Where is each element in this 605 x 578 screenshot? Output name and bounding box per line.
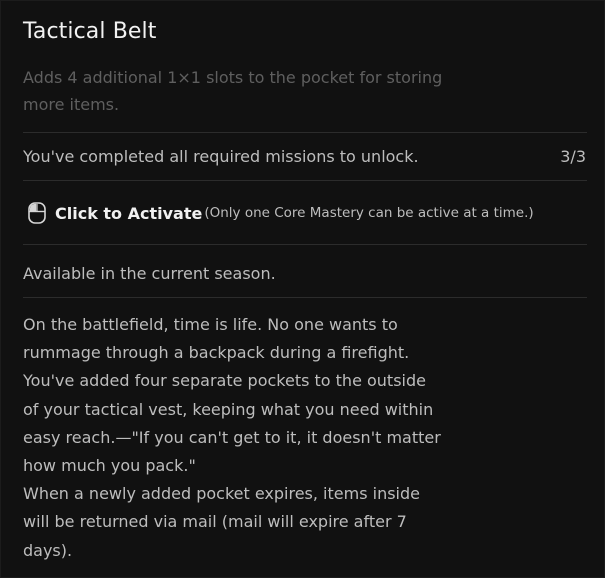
lore-line: of your tactical vest, keeping what you … [23, 399, 434, 419]
lore-text: On the battlefield, time is life. No one… [23, 311, 513, 565]
lore-line: rummage through a backpack during a fire… [23, 343, 410, 363]
activate-row[interactable]: Click to Activate (Only one Core Mastery… [28, 201, 534, 225]
lore-line: will be returned via mail (mail will exp… [23, 512, 407, 532]
lore-line: When a newly added pocket expires, items… [23, 484, 420, 504]
lore-line: how much you pack." [23, 456, 196, 476]
divider [23, 180, 587, 181]
mouse-left-click-icon [28, 202, 46, 224]
lore-line: You've added four separate pockets to th… [23, 371, 426, 391]
item-description: Adds 4 additional 1×1 slots to the pocke… [23, 68, 443, 114]
lore-line: On the battlefield, time is life. No one… [23, 315, 398, 334]
activate-note: (Only one Core Mastery can be active at … [204, 205, 534, 221]
divider [23, 297, 587, 298]
lore-line: days). [23, 540, 73, 560]
divider [23, 132, 587, 133]
item-tooltip-panel: Tactical Belt Adds 4 additional 1×1 slot… [0, 0, 605, 578]
lore-line: easy reach.—"If you can't get to it, it … [23, 427, 441, 447]
divider [23, 244, 587, 245]
unlock-progress-counter: 3/3 [560, 147, 586, 166]
unlock-requirement-text: You've completed all required missions t… [23, 147, 419, 166]
availability-text: Available in the current season. [23, 264, 276, 283]
activate-button[interactable]: Click to Activate [55, 204, 202, 223]
item-title: Tactical Belt [23, 19, 157, 44]
